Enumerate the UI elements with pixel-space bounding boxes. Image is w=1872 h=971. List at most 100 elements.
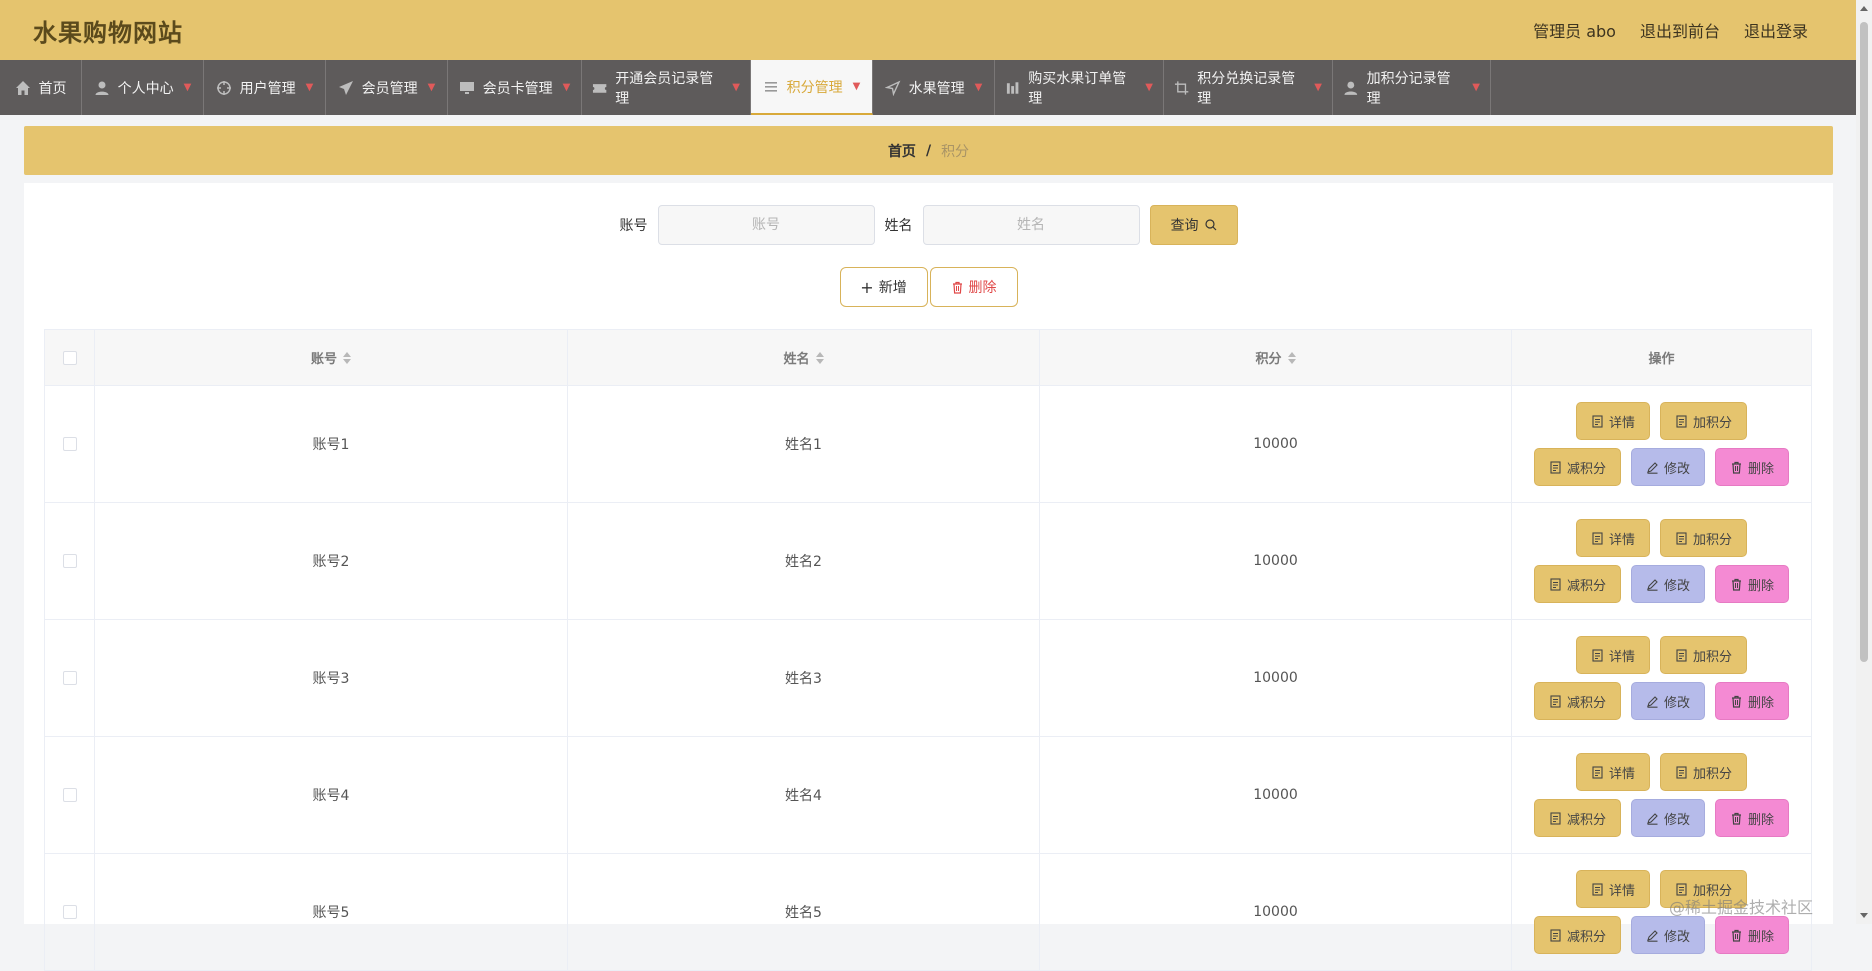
query-button-label: 查询 <box>1170 218 1199 234</box>
send-icon <box>338 80 353 95</box>
cell-points: 10000 <box>1040 386 1512 503</box>
sort-icon[interactable] <box>1287 351 1296 364</box>
delete-button[interactable]: 删除 <box>1715 565 1790 603</box>
add-points-button[interactable]: 加积分 <box>1660 519 1748 557</box>
edit-icon <box>1647 695 1658 708</box>
nav-item-points-management[interactable]: 积分管理 ▼ <box>751 60 873 115</box>
document-icon <box>1592 531 1603 545</box>
site-title: 水果购物网站 <box>33 18 183 47</box>
nav-item-fruit-orders[interactable]: 购买水果订单管理 ▼ <box>995 60 1164 115</box>
edit-icon <box>1647 461 1658 474</box>
chevron-down-icon: ▼ <box>427 82 436 93</box>
delete-button[interactable]: 删除 <box>1715 448 1790 486</box>
account-search-input[interactable] <box>657 205 875 245</box>
add-points-button[interactable]: 加积分 <box>1660 636 1748 674</box>
search-icon <box>1204 219 1216 231</box>
header-account[interactable]: 账号 <box>95 330 568 386</box>
header-ops: 操作 <box>1512 330 1812 386</box>
delete-button[interactable]: 删除 <box>1715 799 1790 837</box>
edit-button[interactable]: 修改 <box>1630 799 1705 837</box>
nav-item-add-points-records[interactable]: 加积分记录管理 ▼ <box>1333 60 1491 115</box>
nav-label: 用户管理 <box>239 80 296 97</box>
reduce-points-button[interactable]: 减积分 <box>1533 448 1621 486</box>
nav-label: 积分兑换记录管理 <box>1197 70 1296 107</box>
ops-line: 减积分 修改 删除 <box>1533 682 1790 720</box>
chevron-down-icon: ▼ <box>183 82 192 93</box>
main-nav: 首页 个人中心 ▼ 用户管理 ▼ 会员管理 ▼ 会员卡管理 ▼ 开通会员记录管理 ▼ 积分… <box>0 60 1856 115</box>
nav-item-member-card-management[interactable]: 会员卡管理 ▼ <box>448 60 582 115</box>
home-icon <box>15 80 30 95</box>
header-ops-label: 操作 <box>1648 352 1675 367</box>
reduce-points-button[interactable]: 减积分 <box>1533 799 1621 837</box>
document-icon <box>1550 577 1561 591</box>
nav-label: 首页 <box>38 80 67 97</box>
exit-to-front-link[interactable]: 退出到前台 <box>1640 18 1720 42</box>
breadcrumb-home[interactable]: 首页 <box>888 141 916 161</box>
chevron-down-icon: ▼ <box>305 82 314 93</box>
row-checkbox[interactable] <box>62 905 77 919</box>
edit-button[interactable]: 修改 <box>1630 682 1705 720</box>
scroll-thumb[interactable] <box>1860 22 1868 662</box>
scroll-down-icon[interactable] <box>1860 913 1868 918</box>
nav-item-user-management[interactable]: 用户管理 ▼ <box>204 60 326 115</box>
name-search-input[interactable] <box>922 205 1140 245</box>
crop-icon <box>1174 80 1189 95</box>
select-all-checkbox[interactable] <box>62 350 77 365</box>
add-points-button[interactable]: 加积分 <box>1660 753 1748 791</box>
reduce-points-button[interactable]: 减积分 <box>1533 682 1621 720</box>
header-account-label: 账号 <box>310 352 337 367</box>
delete-button[interactable]: 删除 <box>1715 682 1790 720</box>
ops-line: 减积分 修改 删除 <box>1533 448 1790 486</box>
delete-label: 删除 <box>1748 929 1775 945</box>
row-checkbox[interactable] <box>62 554 77 568</box>
detail-button[interactable]: 详情 <box>1575 402 1650 440</box>
page-scrollbar[interactable] <box>1856 0 1872 924</box>
detail-button[interactable]: 详情 <box>1575 636 1650 674</box>
query-button[interactable]: 查询 <box>1149 205 1238 245</box>
reduce-points-label: 减积分 <box>1566 461 1606 477</box>
scroll-up-icon[interactable] <box>1860 6 1868 11</box>
nav-item-personal-center[interactable]: 个人中心 ▼ <box>82 60 204 115</box>
row-checkbox[interactable] <box>62 788 77 802</box>
row-checkbox[interactable] <box>62 671 77 685</box>
nav-item-fruit-management[interactable]: 水果管理 ▼ <box>873 60 995 115</box>
logout-link[interactable]: 退出登录 <box>1744 18 1808 42</box>
nav-label: 会员管理 <box>361 80 418 97</box>
edit-label: 修改 <box>1663 812 1690 828</box>
cell-name: 姓名2 <box>568 503 1040 620</box>
edit-button[interactable]: 修改 <box>1630 916 1705 954</box>
row-checkbox[interactable] <box>62 437 77 451</box>
cell-account: 账号3 <box>95 620 568 737</box>
cell-points: 10000 <box>1040 503 1512 620</box>
points-table: 账号 姓名 积分 操作 账号1 姓名1 10000 详情 加积分 减积分 修改 删除 账号2 姓名… <box>44 329 1812 971</box>
sort-icon[interactable] <box>343 351 351 364</box>
batch-delete-button[interactable]: 删除 <box>929 267 1018 307</box>
sort-icon[interactable] <box>815 351 824 364</box>
header-points[interactable]: 积分 <box>1040 330 1512 386</box>
detail-button[interactable]: 详情 <box>1575 519 1650 557</box>
nav-item-membership-records[interactable]: 开通会员记录管理 ▼ <box>582 60 751 115</box>
table-row: 账号5 姓名5 10000 详情 加积分 减积分 修改 删除 <box>45 854 1812 971</box>
edit-button[interactable]: 修改 <box>1630 565 1705 603</box>
header-name[interactable]: 姓名 <box>568 330 1040 386</box>
nav-item-member-management[interactable]: 会员管理 ▼ <box>326 60 448 115</box>
detail-button[interactable]: 详情 <box>1575 870 1650 908</box>
add-button[interactable]: + 新增 <box>839 267 928 307</box>
reduce-points-button[interactable]: 减积分 <box>1533 565 1621 603</box>
ops-line: 详情 加积分 <box>1575 402 1748 440</box>
action-bar: + 新增 删除 <box>24 267 1833 307</box>
breadcrumb-current: 积分 <box>941 143 970 160</box>
nav-item-points-exchange-records[interactable]: 积分兑换记录管理 ▼ <box>1164 60 1333 115</box>
add-points-button[interactable]: 加积分 <box>1660 402 1748 440</box>
edit-button[interactable]: 修改 <box>1630 448 1705 486</box>
document-icon <box>1676 765 1687 779</box>
cell-name: 姓名1 <box>568 386 1040 503</box>
header-name-label: 姓名 <box>783 352 810 367</box>
nav-item-home[interactable]: 首页 <box>0 60 82 115</box>
cell-ops: 详情 加积分减积分 修改 删除 <box>1512 737 1812 854</box>
detail-button[interactable]: 详情 <box>1575 753 1650 791</box>
crosshair-icon <box>216 80 231 95</box>
delete-button[interactable]: 删除 <box>1715 916 1790 954</box>
cell-ops: 详情 加积分减积分 修改 删除 <box>1512 503 1812 620</box>
reduce-points-button[interactable]: 减积分 <box>1533 916 1621 954</box>
